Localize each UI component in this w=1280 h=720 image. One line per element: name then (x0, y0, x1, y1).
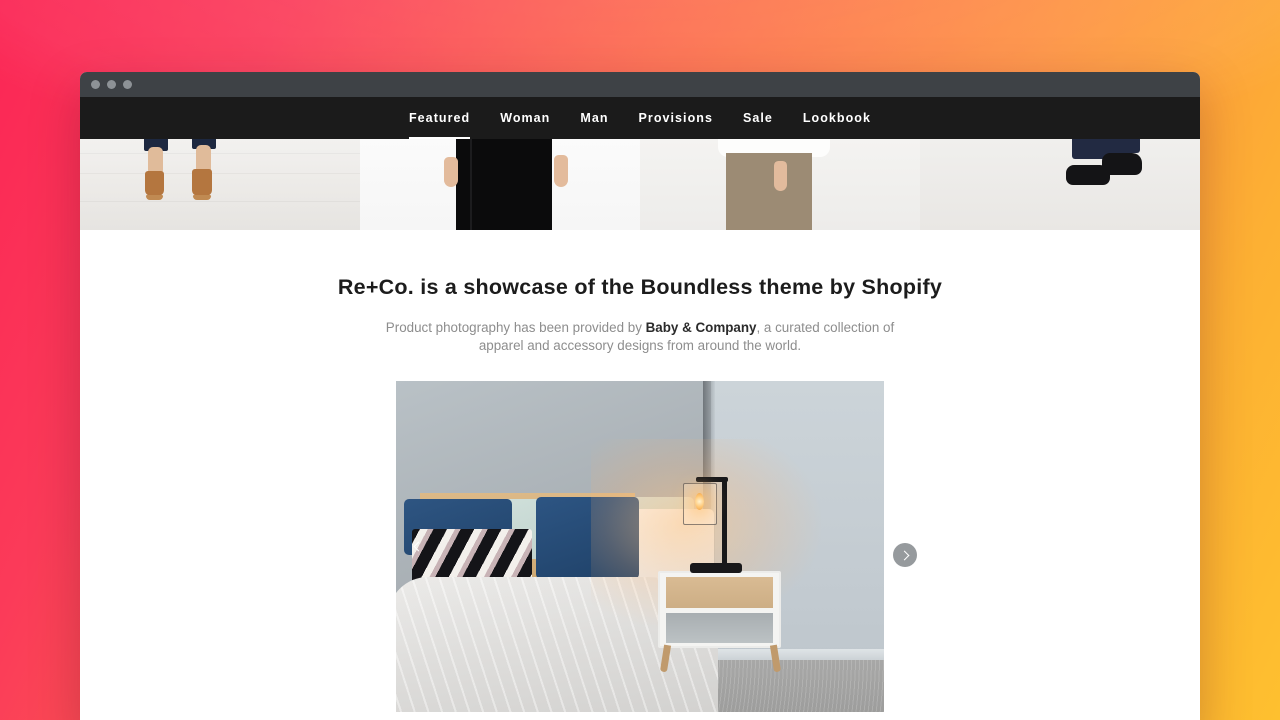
image-carousel (396, 381, 917, 720)
hero-image-strip (80, 139, 1200, 230)
page-content: Re+Co. is a showcase of the Boundless th… (80, 230, 1200, 720)
nav-item-woman[interactable]: Woman (485, 97, 565, 139)
page-subtext: Product photography has been provided by… (370, 319, 910, 355)
site-navigation: Featured Woman Man Provisions Sale Lookb… (80, 97, 1200, 139)
hero-pane-taupe-skirt[interactable] (640, 139, 920, 230)
browser-titlebar (80, 72, 1200, 97)
carousel-slide-bedroom[interactable] (396, 381, 884, 713)
close-dot[interactable] (91, 80, 100, 89)
nav-item-man[interactable]: Man (565, 97, 623, 139)
nav-item-lookbook[interactable]: Lookbook (788, 97, 886, 139)
hero-pane-black-shoes[interactable] (920, 139, 1200, 230)
subtext-before: Product photography has been provided by (385, 320, 646, 335)
chevron-left-icon (413, 541, 423, 552)
nav-item-sale[interactable]: Sale (728, 97, 788, 139)
page-title: Re+Co. is a showcase of the Boundless th… (337, 275, 943, 299)
browser-window: Featured Woman Man Provisions Sale Lookb… (80, 72, 1200, 720)
minimize-dot[interactable] (107, 80, 116, 89)
maximize-dot[interactable] (123, 80, 132, 89)
nav-item-featured[interactable]: Featured (394, 97, 485, 139)
chevron-right-icon (899, 550, 909, 560)
carousel-prev-button[interactable] (405, 535, 429, 559)
hero-pane-black-trousers[interactable] (360, 139, 640, 230)
carousel-next-button[interactable] (893, 543, 917, 568)
baby-and-company-link[interactable]: Baby & Company (646, 320, 757, 335)
hero-pane-sandals[interactable] (80, 139, 360, 230)
nav-item-provisions[interactable]: Provisions (624, 97, 728, 139)
